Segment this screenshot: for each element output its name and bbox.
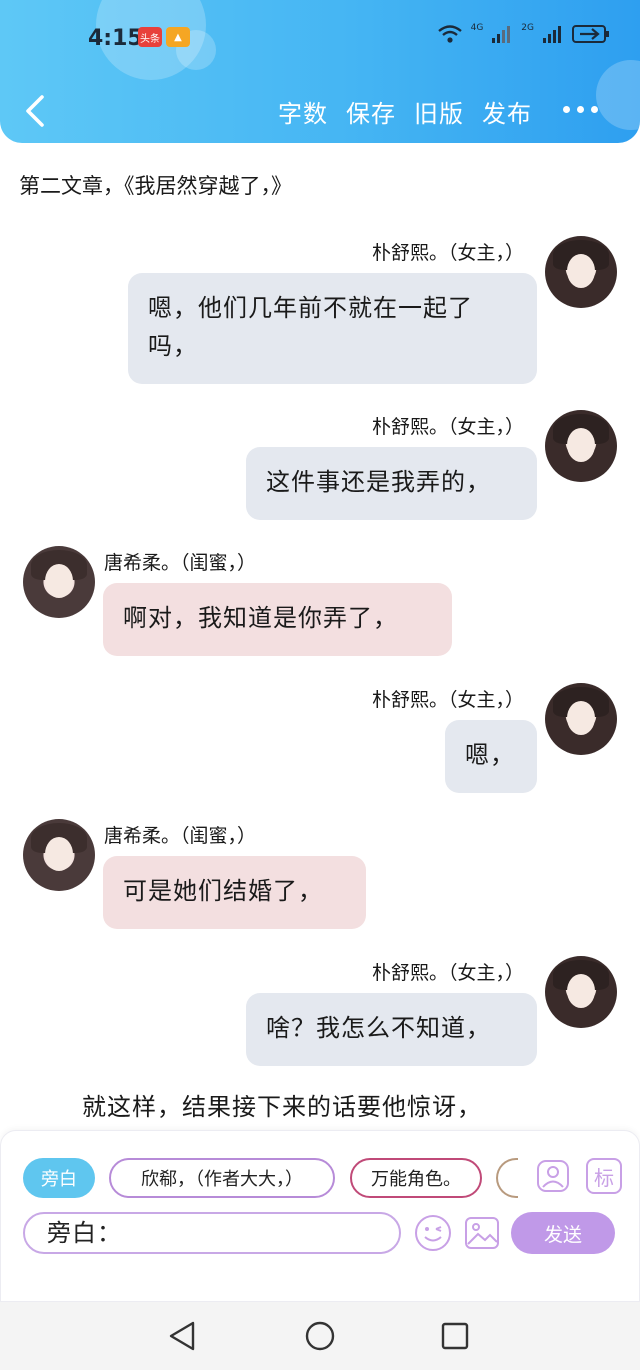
status-icons: 4G 2G <box>437 23 610 44</box>
toolbar-actions: 字数 保存 旧版 发布 <box>278 94 532 129</box>
avatar-best-friend[interactable] <box>23 819 95 891</box>
back-arrow-icon[interactable] <box>20 92 54 130</box>
chapter-title: 第二文章，《我居然穿越了，》 <box>19 174 292 198</box>
speaker-name: 唐希柔。（闺蜜，） <box>104 552 257 574</box>
avatar-female-lead[interactable] <box>545 956 617 1028</box>
message-bubble[interactable]: 啊对，我知道是你弄了， <box>103 583 452 656</box>
compose-panel: 旁白 欣郗，（作者大大，） 万能角色。 标 旁白： 发送 <box>0 1130 640 1302</box>
role-chip-universal[interactable]: 万能角色。 <box>350 1158 482 1198</box>
message-bubble[interactable]: 嗯， <box>445 720 537 793</box>
role-chip-author[interactable]: 欣郗，（作者大大，） <box>109 1158 335 1198</box>
avatar-female-lead[interactable] <box>545 236 617 308</box>
avatar-female-lead[interactable] <box>545 410 617 482</box>
message-bubble[interactable]: 可是她们结婚了， <box>103 856 366 929</box>
network-label-2g: 2G <box>521 23 534 33</box>
top-header: 4:15 头条 ▲ 4G 2G 字数 保存 旧版 发布 <box>0 0 640 143</box>
avatar-female-lead[interactable] <box>545 683 617 755</box>
speaker-name: 朴舒熙。（女主，） <box>371 242 524 264</box>
tag-icon[interactable]: 标 <box>586 1158 622 1194</box>
toutiao-badge-icon: 头条 <box>138 27 162 47</box>
speaker-name: 朴舒熙。（女主，） <box>371 689 524 711</box>
word-count-button[interactable]: 字数 <box>278 94 328 129</box>
recents-square-icon[interactable] <box>437 1318 473 1354</box>
clock: 4:15 <box>88 26 143 51</box>
image-icon[interactable] <box>463 1214 501 1252</box>
signal-icon <box>492 26 511 43</box>
app-notification-icon: ▲ <box>166 27 190 47</box>
speaker-name: 唐希柔。（闺蜜，） <box>104 825 257 847</box>
speaker-name: 朴舒熙。（女主，） <box>371 416 524 438</box>
network-label-4g: 4G <box>470 23 484 33</box>
more-menu-icon[interactable] <box>563 106 598 113</box>
tag-label: 标 <box>594 1165 614 1190</box>
status-bar: 4:15 头条 ▲ 4G 2G <box>0 18 640 58</box>
emoji-icon[interactable] <box>413 1213 453 1253</box>
message-input[interactable]: 旁白： <box>23 1212 401 1254</box>
narration-text[interactable]: 就这样，结果接下来的话要他惊讶， <box>82 1087 482 1122</box>
speaker-name: 朴舒熙。（女主，） <box>371 962 524 984</box>
contact-icon[interactable] <box>535 1158 571 1194</box>
send-button[interactable]: 发送 <box>511 1212 615 1254</box>
toolbar: 字数 保存 旧版 发布 <box>0 88 640 136</box>
message-bubble[interactable]: 这件事还是我弄的， <box>246 447 537 520</box>
system-navigation-bar <box>0 1302 640 1370</box>
save-button[interactable]: 保存 <box>346 94 396 129</box>
back-triangle-icon[interactable] <box>165 1318 201 1354</box>
message-bubble[interactable]: 嗯，他们几年前不就在一起了 吗， <box>128 273 537 384</box>
role-chip-narration[interactable]: 旁白 <box>23 1158 95 1198</box>
role-chip-partial[interactable] <box>496 1158 518 1198</box>
message-text-line: 嗯，他们几年前不就在一起了 <box>148 294 473 322</box>
old-version-button[interactable]: 旧版 <box>414 94 464 129</box>
home-circle-icon[interactable] <box>302 1318 338 1354</box>
message-text-line: 吗， <box>148 332 198 360</box>
battery-charging-icon <box>572 25 609 43</box>
avatar-best-friend[interactable] <box>23 546 95 618</box>
publish-button[interactable]: 发布 <box>482 94 532 129</box>
signal-icon <box>543 26 561 43</box>
wifi-icon <box>437 25 462 43</box>
message-bubble[interactable]: 啥？我怎么不知道， <box>246 993 537 1066</box>
